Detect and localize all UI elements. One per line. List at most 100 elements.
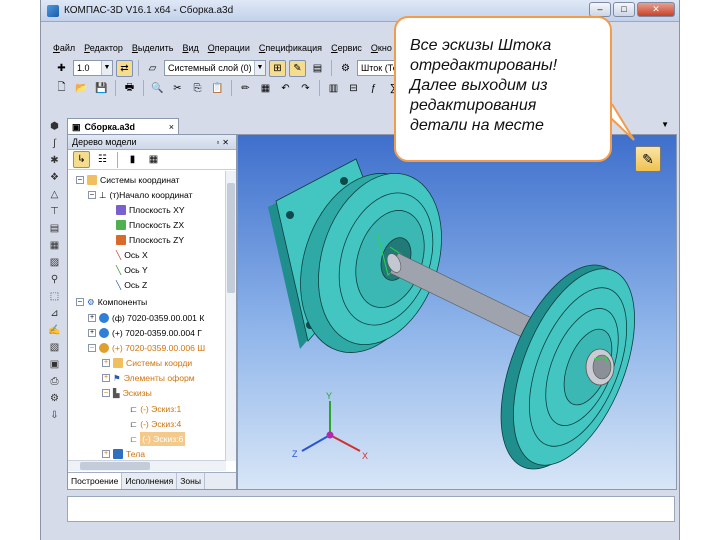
collapse-icon[interactable]: – (88, 344, 96, 352)
measure-icon[interactable]: ▨ (47, 256, 62, 270)
snap-toggle-icon[interactable]: ⇄ (116, 59, 133, 77)
select-icon[interactable]: ⬚ (47, 290, 62, 304)
geometry-icon[interactable]: ⬢ (47, 120, 62, 134)
calculator-icon[interactable]: ▦ (257, 80, 274, 97)
tree-node-sub-coordinate-systems[interactable]: + Системы коорди (102, 356, 192, 370)
doc-icon[interactable]: ▤ (47, 222, 62, 236)
close-button[interactable]: ✕ (637, 2, 675, 17)
assembly-icon[interactable]: ⚙ (47, 392, 62, 406)
tree-node-component-006[interactable]: – (+) 7020-0359.00.006 Ш (88, 341, 205, 355)
formula-icon[interactable]: ƒ (365, 80, 382, 97)
menu-window[interactable]: Окно (371, 40, 392, 56)
cut-icon[interactable]: ✂ (169, 80, 186, 97)
pin-icon[interactable]: ⊤ (47, 205, 62, 219)
dimension-icon[interactable]: ⊿ (47, 307, 62, 321)
tree-doc-icon[interactable]: ▮ (124, 151, 141, 168)
array-icon[interactable]: ❖ (47, 171, 62, 185)
tree-node-bodies[interactable]: + Тела (102, 447, 145, 461)
menu-edit[interactable]: Редактор (84, 40, 123, 56)
export-icon[interactable]: ⇩ (47, 409, 62, 423)
tree-vertical-scrollbar[interactable] (225, 171, 236, 461)
tree-node-component-004[interactable]: + (+) 7020-0359.00.004 Г (88, 326, 202, 340)
menu-service[interactable]: Сервис (331, 40, 362, 56)
tree-node-design-elements[interactable]: + ⚑ Элементы оформ (102, 371, 195, 385)
tree-node-axis-z[interactable]: ╲ Ось Z (116, 278, 147, 292)
tree-node-axis-x[interactable]: ╲ Ось X (116, 248, 148, 262)
tree-node-origin[interactable]: – ⊥ (т)Начало координат (88, 188, 193, 202)
maximize-button[interactable]: □ (613, 2, 635, 17)
edit-part-icon[interactable]: ✎ (289, 59, 306, 77)
menu-file[interactable]: Файл (53, 40, 75, 56)
tree-node-component-001[interactable]: + (ф) 7020-0359.00.001 К (88, 311, 204, 325)
collapse-icon[interactable]: – (102, 389, 110, 397)
collapse-icon[interactable]: – (76, 298, 84, 306)
copy-icon[interactable]: ⎘ (189, 80, 206, 97)
scale-combo[interactable]: 1.0 ▼ (73, 60, 113, 76)
tree-node-components[interactable]: – ⚙ Компоненты (76, 295, 147, 309)
table-icon[interactable]: ▦ (47, 239, 62, 253)
tree-node-plane-zy[interactable]: Плоскость ZY (116, 233, 184, 247)
tabs-menu-icon[interactable]: ▼ (661, 120, 669, 129)
save-icon[interactable]: 💾 (93, 80, 110, 97)
panel-controls-icon[interactable]: ▫✕ (216, 135, 232, 150)
tree-node-coordinate-systems[interactable]: – Системы координат (76, 173, 179, 187)
menu-select[interactable]: Выделить (132, 40, 174, 56)
properties-icon[interactable]: ▤ (309, 60, 326, 77)
print-icon[interactable]: 🖶 (121, 80, 138, 97)
tab-zones[interactable]: Зоны (177, 473, 205, 489)
menu-specification[interactable]: Спецификация (259, 40, 322, 56)
part-icon[interactable]: ⚙ (337, 60, 354, 77)
redo-icon[interactable]: ↷ (297, 80, 314, 97)
collapse-icon[interactable]: – (88, 191, 96, 199)
spline-icon[interactable]: ∫ (47, 137, 62, 151)
tab-construction[interactable]: Построение (68, 473, 123, 489)
expand-icon[interactable]: + (88, 329, 96, 337)
edit-icon[interactable]: ✱ (47, 154, 62, 168)
preview-icon[interactable]: 🔍 (149, 80, 166, 97)
print-tool-icon[interactable]: ⎙ (47, 375, 62, 389)
undo-icon[interactable]: ↶ (277, 80, 294, 97)
menu-operations[interactable]: Операции (208, 40, 250, 56)
collapse-icon[interactable]: – (76, 176, 84, 184)
3d-viewport[interactable]: Y X Z (237, 134, 677, 490)
layer-icon[interactable]: ▱ (144, 60, 161, 77)
tree-node-sketch-1[interactable]: ⊏ (-) Эскиз:1 (130, 402, 181, 416)
diagnostic-icon[interactable]: ⚲ (47, 273, 62, 287)
expand-icon[interactable]: + (102, 374, 110, 382)
minimize-button[interactable]: – (589, 2, 611, 17)
tree-view-icon[interactable]: ☷ (94, 151, 111, 168)
tree-node-plane-xy[interactable]: Плоскость XY (116, 203, 185, 217)
layer-tree-icon[interactable]: ⊞ (269, 59, 286, 77)
pencil-edit-icon[interactable]: ✎ (635, 146, 661, 172)
spec-tool-icon[interactable]: ▧ (47, 341, 62, 355)
scrollbar-thumb[interactable] (80, 462, 150, 470)
tree-node-sketch-4[interactable]: ⊏ (-) Эскиз:4 (130, 417, 181, 431)
spec-icon[interactable]: ⊟ (345, 80, 362, 97)
new-document-icon[interactable]: 🗋 (53, 80, 70, 97)
layer-combo[interactable]: Системный слой (0) ▼ (164, 60, 266, 76)
components-icon: ⚙ (87, 297, 95, 307)
document-tab[interactable]: ▣ Сборка.a3d × (67, 118, 179, 135)
paste-icon[interactable]: 📋 (209, 80, 226, 97)
tree-node-sketch-6[interactable]: ⊏ (-) Эскиз:6 (130, 432, 186, 446)
expand-icon[interactable]: + (88, 314, 96, 322)
library-icon[interactable]: ▥ (325, 80, 342, 97)
pencil-icon[interactable]: ✏ (237, 80, 254, 97)
tree-node-axis-y[interactable]: ╲ Ось Y (116, 263, 148, 277)
tree-node-sketches[interactable]: – ▙ Эскизы (102, 386, 152, 400)
open-folder-icon[interactable]: 📂 (73, 80, 90, 97)
close-tab-icon[interactable]: × (169, 122, 174, 132)
expand-icon[interactable]: + (102, 359, 110, 367)
tree-table-icon[interactable]: ▦ (145, 151, 162, 168)
tree-node-plane-zx[interactable]: Плоскость ZX (116, 218, 184, 232)
snap-icon[interactable]: ✚ (53, 60, 70, 77)
annotation-icon[interactable]: ✍ (47, 324, 62, 338)
scrollbar-thumb[interactable] (227, 183, 235, 293)
expand-icon[interactable]: + (102, 450, 110, 458)
tree-horizontal-scrollbar[interactable] (68, 460, 226, 471)
sketch-icon[interactable]: △ (47, 188, 62, 202)
tab-variants[interactable]: Исполнения (122, 473, 178, 489)
report-icon[interactable]: ▣ (47, 358, 62, 372)
menu-view[interactable]: Вид (182, 40, 198, 56)
tree-mode-icon[interactable]: ↳ (73, 151, 90, 168)
